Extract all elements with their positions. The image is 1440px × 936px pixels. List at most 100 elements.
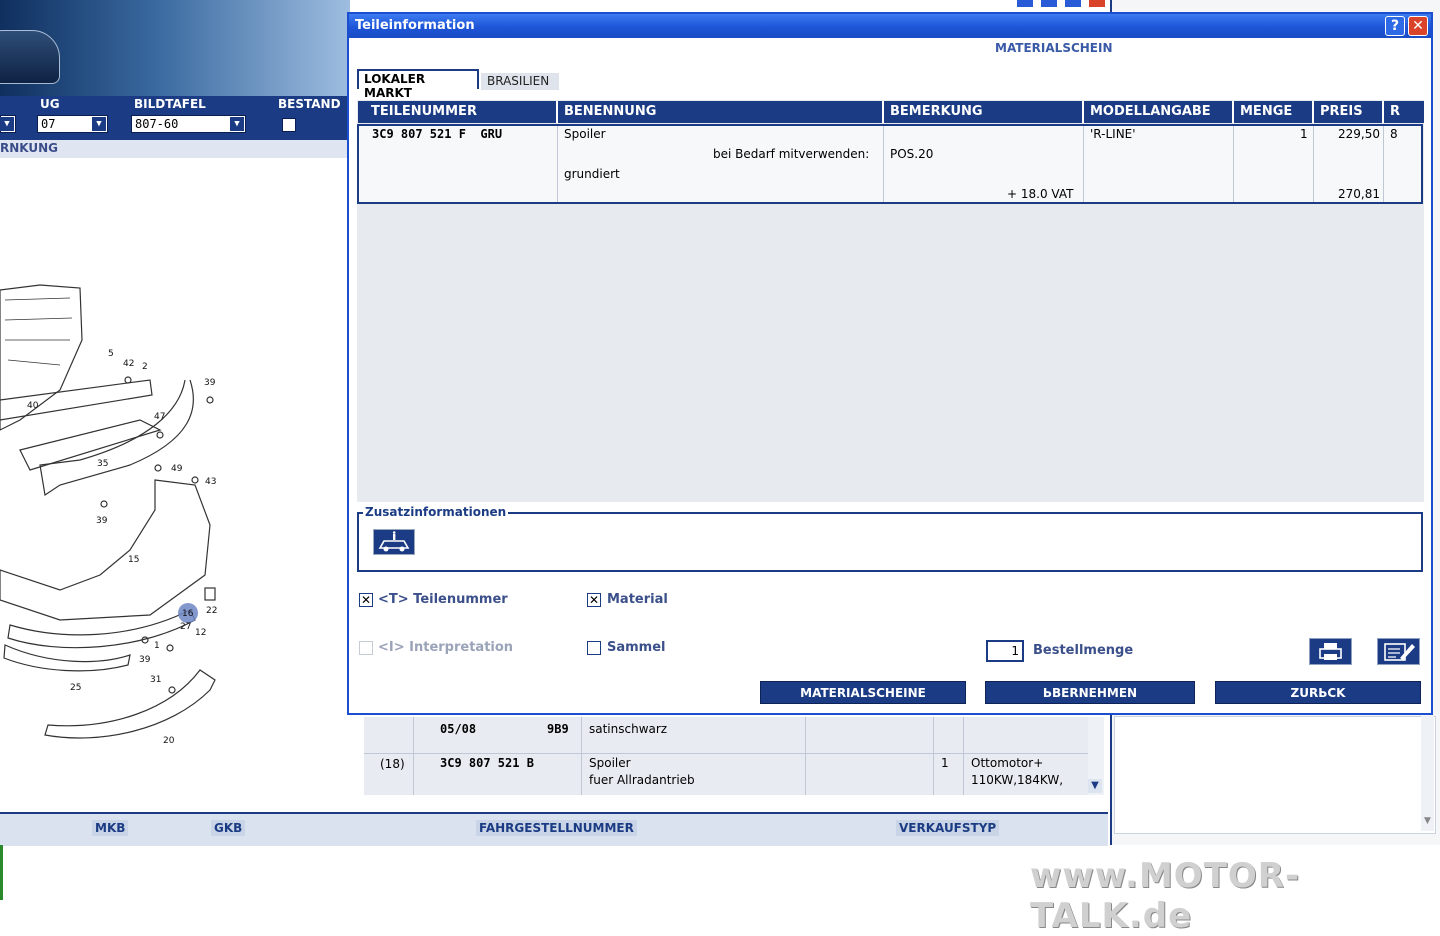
material-checkbox[interactable]: ✕ — [587, 593, 601, 607]
bg-row-info2: 110KW,184KW, — [971, 773, 1064, 787]
column-header-menge[interactable]: MENGE — [1240, 104, 1292, 119]
restriction-strip-label: RNKUNG — [0, 141, 59, 155]
diagram-label: 35 — [97, 459, 108, 469]
column-divider — [1382, 101, 1384, 123]
window-button-icon[interactable] — [1040, 0, 1058, 8]
cell-divider — [557, 126, 558, 202]
zusatzinformationen-group — [357, 512, 1423, 572]
window-controls-background — [1014, 0, 1110, 8]
bg-row-qty: 1 — [941, 756, 949, 770]
diagram-label: 49 — [171, 464, 183, 474]
diagram-label: 42 — [123, 359, 134, 369]
diagram-label: 1 — [154, 641, 160, 651]
material-checkbox-label[interactable]: Material — [607, 592, 668, 607]
window-button-icon[interactable] — [1064, 0, 1082, 8]
diagram-label: 20 — [163, 736, 175, 746]
tab-lokaler-markt[interactable]: LOKALER MARKT — [357, 69, 479, 100]
diagram-label: 43 — [205, 477, 216, 487]
diagram-label: 12 — [195, 628, 206, 638]
diagram-label: 25 — [70, 683, 81, 693]
bestellmenge-input[interactable]: 1 — [986, 640, 1024, 662]
cell-preis: 229,50 — [1338, 127, 1380, 141]
bildtafel-select[interactable]: 807-60 ▼ — [131, 115, 246, 133]
bg-row-part: 3C9 807 521 B — [440, 756, 534, 770]
bg-row-code: 9B9 — [547, 722, 569, 736]
chevron-down-icon: ▼ — [230, 117, 244, 131]
ug-select[interactable]: 07 ▼ — [37, 115, 108, 133]
checkbox-check-icon: ✕ — [360, 593, 372, 607]
sammel-checkbox[interactable] — [587, 641, 601, 655]
button-label: ЬBERNEHMEN — [1042, 686, 1138, 700]
bg-row-text2: fuer Allradantrieb — [589, 773, 695, 787]
bg-row-part: 05/08 — [440, 722, 477, 736]
scroll-down-icon[interactable]: ▼ — [1421, 816, 1434, 829]
fahrgestellnummer-button[interactable]: FAHRGESTELLNUMMER — [476, 820, 637, 836]
diagram-label: 39 — [204, 378, 216, 388]
column-header-preis[interactable]: PREIS — [1320, 104, 1363, 119]
vehicle-info-icon[interactable] — [373, 529, 415, 555]
help-button[interactable]: ? — [1385, 16, 1405, 36]
filter-bar: ▼ UG 07 ▼ BILDTAFEL 807-60 ▼ BESTAND — [0, 96, 350, 140]
bumper-exploded-diagram[interactable]: 5 42 2 39 40 47 35 49 43 39 15 16 22 27 … — [0, 270, 230, 760]
column-divider — [1082, 101, 1084, 123]
tab-brasilien[interactable]: BRASILIEN — [481, 73, 559, 90]
table-row[interactable] — [357, 124, 1423, 204]
zurueck-button[interactable]: ZURЬCK — [1215, 681, 1421, 704]
window-close-icon[interactable] — [1088, 0, 1106, 8]
column-header-bemerkung[interactable]: BEMERKUNG — [890, 104, 983, 119]
prev-filter-select[interactable]: ▼ — [0, 115, 16, 133]
checkbox-check-icon: ✕ — [588, 593, 600, 607]
diagram-label: 40 — [27, 401, 39, 411]
cell-divider — [883, 126, 884, 202]
chevron-down-icon: ▼ — [92, 117, 106, 131]
teilenummer-checkbox[interactable]: ✕ — [359, 593, 373, 607]
ug-label: UG — [40, 97, 60, 111]
header-banner — [0, 0, 350, 96]
scroll-down-icon[interactable]: ▼ — [1088, 779, 1102, 793]
gkb-button[interactable]: GKB — [211, 820, 246, 836]
window-button-icon[interactable] — [1016, 0, 1034, 8]
bg-row-info: Ottomotor+ — [971, 756, 1044, 770]
interpretation-checkbox-label[interactable]: <I> Interpretation — [378, 640, 513, 655]
sammel-checkbox-label[interactable]: Sammel — [607, 640, 666, 655]
column-header-teilenummer[interactable]: TEILENUMMER — [371, 104, 477, 119]
teilenummer-checkbox-label[interactable]: <T> Teilenummer — [378, 592, 508, 607]
column-divider — [882, 101, 884, 123]
diagram-label: 39 — [139, 655, 151, 665]
mkb-button[interactable]: MKB — [92, 820, 129, 836]
diagram-label: 16 — [182, 609, 194, 619]
print-button[interactable] — [1309, 638, 1352, 665]
diagram-label: 22 — [206, 606, 217, 616]
cell-benennung: Spoiler — [564, 127, 606, 141]
help-icon: ? — [1390, 18, 1400, 34]
printer-icon — [1319, 643, 1342, 660]
column-divider — [556, 101, 558, 123]
cell-hint-label: bei Bedarf mitverwenden: — [713, 147, 870, 161]
right-panel-scrollbar[interactable] — [1421, 716, 1434, 831]
column-header-modellangabe[interactable]: MODELLANGABE — [1090, 104, 1211, 119]
edit-note-button[interactable] — [1377, 638, 1420, 665]
dialog-title: Teileinformation — [355, 18, 475, 33]
close-button[interactable]: ✕ — [1408, 16, 1428, 36]
uebernehmen-button[interactable]: ЬBERNEHMEN — [985, 681, 1195, 704]
right-panel-content — [1114, 716, 1436, 834]
bestellmenge-value: 1 — [1011, 644, 1019, 658]
cell-r: 8 — [1390, 127, 1398, 141]
materialscheine-button[interactable]: MATERIALSCHEINE — [760, 681, 966, 704]
car-image — [0, 30, 60, 84]
cell-teilenummer: 3C9 807 521 F GRU — [372, 127, 503, 141]
bg-row-text: Spoiler — [589, 756, 631, 770]
column-header-r[interactable]: R — [1390, 104, 1400, 119]
column-header-benennung[interactable]: BENENNUNG — [564, 104, 656, 119]
bildtafel-label: BILDTAFEL — [134, 97, 206, 111]
bildtafel-select-value: 807-60 — [135, 117, 179, 131]
interpretation-checkbox[interactable] — [359, 641, 373, 655]
ug-select-value: 07 — [41, 117, 56, 131]
verkaufstyp-button[interactable]: VERKAUFSTYP — [896, 820, 1000, 836]
cell-menge: 1 — [1300, 127, 1308, 141]
edit-note-icon — [1384, 643, 1415, 661]
diagram-label: 15 — [128, 555, 139, 565]
watermark: www.MOTOR-TALK.de — [1030, 856, 1301, 936]
bestand-checkbox[interactable] — [282, 118, 296, 132]
dialog-title-bar[interactable] — [349, 14, 1431, 38]
